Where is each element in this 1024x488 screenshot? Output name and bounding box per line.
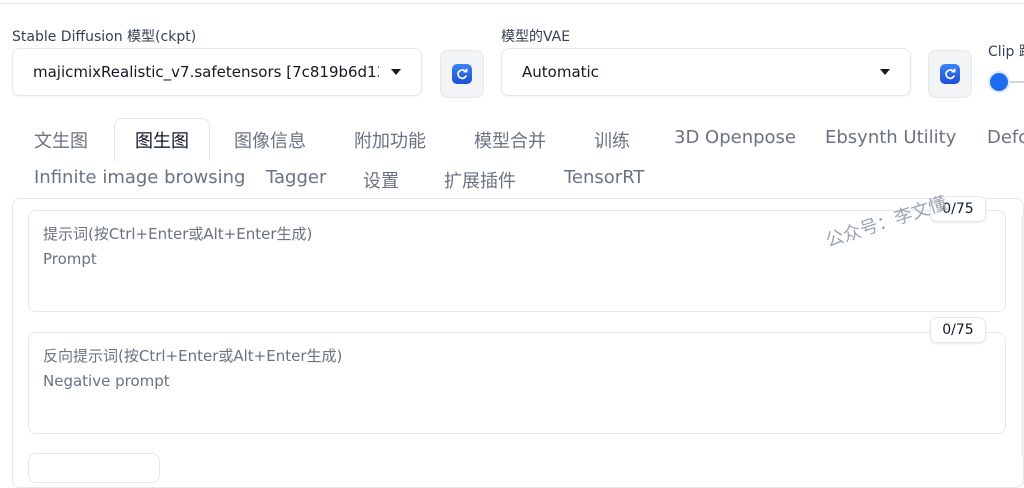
sd-model-dropdown[interactable]: majicmixRealistic_v7.safetensors [7c819b…	[12, 48, 422, 96]
sd-model-label: Stable Diffusion 模型(ckpt)	[12, 29, 197, 45]
negative-prompt-placeholder-cn: 反向提示词(按Ctrl+Enter或Alt+Enter生成)	[43, 347, 343, 365]
tab-extras[interactable]: 附加功能	[354, 127, 426, 153]
tab-png-info[interactable]: 图像信息	[234, 127, 306, 153]
vae-label: 模型的VAE	[501, 29, 571, 45]
refresh-icon	[452, 64, 472, 84]
negative-prompt-token-counter: 0/75	[930, 317, 986, 343]
tab-deforum[interactable]: Defo	[987, 127, 1024, 148]
tab-train[interactable]: 训练	[594, 127, 630, 153]
tab-ebsynth-utility[interactable]: Ebsynth Utility	[825, 127, 956, 148]
tab-tagger[interactable]: Tagger	[266, 167, 326, 188]
vae-dropdown[interactable]: Automatic	[501, 48, 911, 96]
tab-settings[interactable]: 设置	[363, 167, 399, 193]
clip-skip-slider-handle[interactable]	[990, 73, 1008, 91]
image-input-tab[interactable]	[28, 453, 160, 483]
negative-prompt-textarea[interactable]: 反向提示词(按Ctrl+Enter或Alt+Enter生成) Negative …	[28, 332, 1006, 434]
vae-value: Automatic	[522, 63, 599, 81]
chevron-down-icon	[391, 69, 401, 75]
refresh-icon	[940, 64, 960, 84]
negative-prompt-placeholder-en: Negative prompt	[43, 372, 170, 390]
tab-tensorrt[interactable]: TensorRT	[564, 167, 644, 188]
tab-img2img[interactable]: 图生图	[114, 118, 210, 161]
tab-extensions[interactable]: 扩展插件	[444, 167, 516, 193]
tab-3d-openpose[interactable]: 3D Openpose	[674, 127, 796, 148]
tab-checkpoint-merger[interactable]: 模型合并	[474, 127, 546, 153]
tab-infinite-image-browsing[interactable]: Infinite image browsing	[34, 167, 245, 188]
chevron-down-icon	[880, 69, 890, 75]
tab-txt2img[interactable]: 文生图	[34, 127, 88, 153]
sd-model-value: majicmixRealistic_v7.safetensors [7c819b…	[33, 63, 379, 81]
clip-skip-label: Clip 跳	[988, 44, 1024, 60]
top-divider	[0, 0, 1024, 4]
prompt-placeholder-en: Prompt	[43, 250, 97, 268]
refresh-sd-model-button[interactable]	[440, 50, 484, 98]
refresh-vae-button[interactable]	[928, 50, 972, 98]
